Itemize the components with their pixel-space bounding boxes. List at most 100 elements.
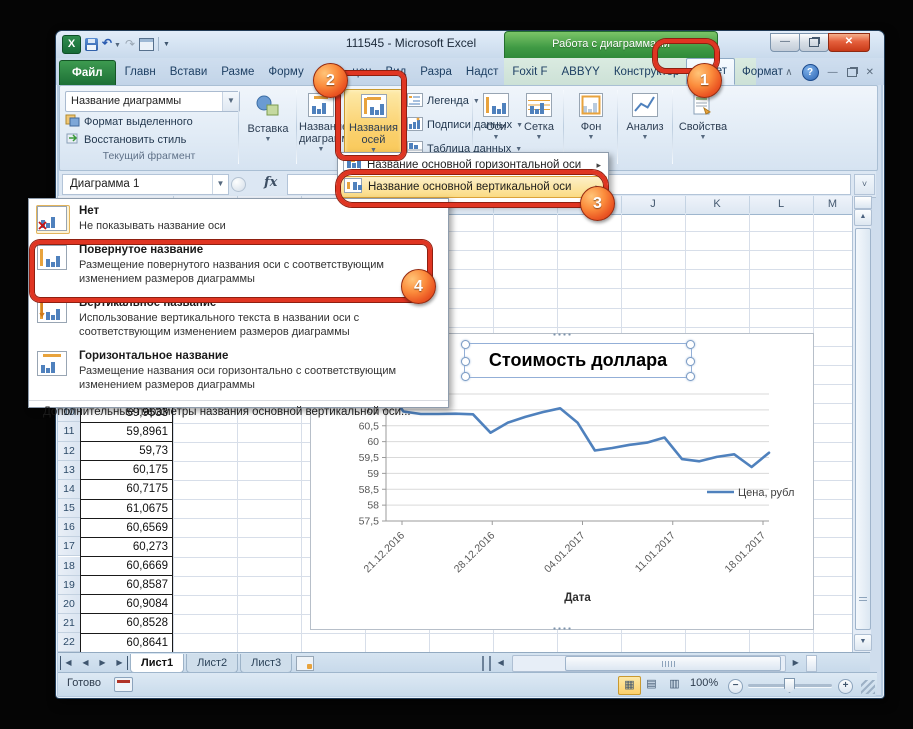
zoom-in-icon[interactable]: +	[838, 679, 853, 694]
selection-handle[interactable]	[686, 340, 695, 349]
cell-value[interactable]: 59,73	[80, 441, 173, 461]
first-sheet-icon[interactable]: ◀	[60, 656, 76, 670]
tab-Встави[interactable]: Встави	[163, 60, 215, 85]
column-header-K[interactable]: K	[685, 196, 750, 213]
chart-title-box[interactable]: Стоимость доллара	[464, 343, 692, 378]
submenu-item-horizontal-title[interactable]: Горизонтальное названиеРазмещение назван…	[29, 344, 448, 397]
collapse-ribbon-icon[interactable]: ∧	[785, 67, 792, 78]
legend-button[interactable]: Легенда ▼	[407, 91, 480, 111]
sheet-tab-Лист3[interactable]: Лист3	[240, 654, 292, 673]
analysis-button[interactable]: Анализ ▼	[621, 89, 669, 163]
row-header-18[interactable]: 18	[58, 557, 81, 576]
format-selection-button[interactable]: Формат выделенного	[65, 113, 193, 130]
page-break-view-icon[interactable]: ▥	[664, 676, 685, 693]
scroll-right-icon[interactable]: ▶	[788, 656, 803, 670]
prev-sheet-icon[interactable]: ◀	[78, 656, 93, 670]
vertical-split-handle[interactable]	[854, 196, 872, 209]
row-header-13[interactable]: 13	[58, 461, 81, 480]
horizontal-scrollbar[interactable]	[512, 655, 786, 672]
undo-icon[interactable]: ↶ ▼	[102, 34, 121, 55]
cell-value[interactable]: 60,175	[80, 460, 173, 480]
zoom-level-label[interactable]: 100%	[690, 677, 718, 689]
cell-value[interactable]: 61,0675	[80, 499, 173, 519]
last-sheet-icon[interactable]: ▶	[112, 656, 128, 670]
sheet-tab-Лист1[interactable]: Лист1	[130, 654, 184, 673]
scroll-left-icon[interactable]: ◀	[493, 656, 508, 670]
cell-value[interactable]: 60,9084	[80, 594, 173, 614]
page-layout-view-icon[interactable]: ▤	[641, 676, 662, 693]
fx-icon[interactable]: fx	[264, 175, 277, 190]
close-button[interactable]: ✕	[828, 33, 870, 52]
tab-Файл[interactable]: Файл	[59, 60, 116, 85]
row-header-17[interactable]: 17	[58, 537, 81, 556]
selection-handle[interactable]	[461, 357, 470, 366]
qat-customize-icon[interactable]: ▼	[163, 41, 170, 48]
zoom-slider-thumb[interactable]	[784, 678, 795, 693]
column-header-M[interactable]: M	[813, 196, 852, 213]
macro-record-icon[interactable]	[114, 677, 133, 692]
chevron-down-icon[interactable]: ▼	[222, 92, 239, 111]
workbook-close-icon[interactable]: ✕	[866, 67, 874, 78]
row-header-14[interactable]: 14	[58, 480, 81, 499]
restore-button[interactable]	[799, 33, 829, 52]
cell-value[interactable]: 60,273	[80, 537, 173, 557]
row-header-22[interactable]: 22	[58, 633, 81, 652]
minimize-button[interactable]: —	[770, 33, 800, 52]
horizontal-scroll-thumb[interactable]	[565, 656, 781, 671]
column-header-J[interactable]: J	[621, 196, 686, 213]
tab-Разра[interactable]: Разра	[413, 60, 459, 85]
chart-selection-handle[interactable]	[552, 626, 572, 631]
expand-formula-bar-icon[interactable]: ˅	[854, 174, 875, 195]
chart-selection-handle[interactable]	[552, 332, 572, 337]
row-header-15[interactable]: 15	[58, 499, 81, 518]
name-box[interactable]: Диаграмма 1 ▼	[62, 174, 229, 195]
tab-Форму[interactable]: Форму	[261, 60, 310, 85]
workbook-restore-icon[interactable]	[847, 68, 857, 77]
reset-style-button[interactable]: Восстановить стиль	[65, 131, 186, 148]
tab-Главн[interactable]: Главн	[118, 60, 163, 85]
selection-handle[interactable]	[686, 357, 695, 366]
zoom-out-icon[interactable]: −	[728, 679, 743, 694]
cell-value[interactable]: 59,8961	[80, 422, 173, 442]
selection-handle[interactable]	[461, 372, 470, 381]
scrollbar-resize-handle[interactable]	[806, 655, 817, 672]
insert-worksheet-icon[interactable]	[296, 656, 314, 671]
selection-handle[interactable]	[686, 372, 695, 381]
insert-button[interactable]: Вставка ▼	[242, 89, 294, 163]
sheet-tab-Лист2[interactable]: Лист2	[186, 654, 238, 673]
row-header-16[interactable]: 16	[58, 518, 81, 537]
save-icon[interactable]	[85, 38, 98, 51]
row-header-12[interactable]: 12	[58, 442, 81, 461]
cell-value[interactable]: 60,6569	[80, 518, 173, 538]
next-sheet-icon[interactable]: ▶	[95, 656, 110, 670]
chevron-down-icon[interactable]: ▼	[212, 175, 228, 194]
scroll-down-icon[interactable]: ▼	[854, 634, 872, 651]
row-header-20[interactable]: 20	[58, 595, 81, 614]
workbook-minimize-icon[interactable]: —	[828, 67, 838, 78]
row-header-21[interactable]: 21	[58, 614, 81, 633]
row-header-11[interactable]: 11	[58, 422, 81, 441]
column-header-L[interactable]: L	[749, 196, 814, 213]
tab-Разме[interactable]: Разме	[214, 60, 261, 85]
tab-Надст[interactable]: Надст	[459, 60, 505, 85]
window-resize-grip[interactable]	[861, 680, 875, 694]
tab-Формат[interactable]: Формат	[735, 60, 790, 85]
switch-windows-icon[interactable]	[139, 38, 154, 51]
cell-value[interactable]: 60,7175	[80, 479, 173, 499]
vertical-scroll-thumb[interactable]	[855, 228, 871, 630]
title-bar[interactable]: X↶ ▼↷▼ 111545 - Microsoft Excel Работа с…	[56, 31, 884, 58]
help-icon[interactable]: ?	[802, 64, 819, 81]
row-header-19[interactable]: 19	[58, 576, 81, 595]
cell-value[interactable]: 60,8641	[80, 633, 173, 652]
more-axis-title-options-item[interactable]: Дополнительные параметры названия основн…	[29, 400, 448, 423]
tab-split-handle[interactable]	[482, 656, 491, 671]
vertical-scrollbar[interactable]: ▲ ▼	[852, 196, 871, 652]
cell-value[interactable]: 60,8587	[80, 575, 173, 595]
current-selection-combo[interactable]: Название диаграммы ▼	[65, 91, 240, 112]
selection-handle[interactable]	[461, 340, 470, 349]
tab-ABBYY[interactable]: ABBYY	[555, 60, 607, 85]
normal-view-icon[interactable]: ▦	[618, 676, 641, 695]
cell-value[interactable]: 60,8528	[80, 613, 173, 633]
properties-button[interactable]: Свойства ▼	[676, 89, 730, 163]
cell-value[interactable]: 60,6669	[80, 556, 173, 576]
